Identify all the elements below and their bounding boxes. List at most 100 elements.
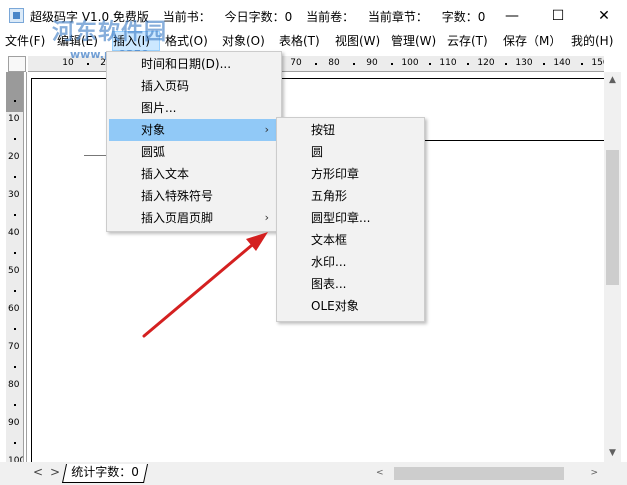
menu-item-label: 插入特殊符号 [141, 189, 214, 203]
ruler-tick [87, 63, 89, 65]
insert-menu: 时间和日期(D)... 插入页码 图片... 对象 › 圆弧 插入文本 插入特殊符… [106, 51, 282, 232]
ruler-tick [14, 442, 16, 444]
submenu-item-label: 图表... [311, 277, 347, 291]
submenu-item-textbox[interactable]: 文本框 [279, 229, 422, 251]
ruler-tick [14, 138, 16, 140]
submenu-item-label: 方形印章 [311, 167, 360, 181]
ruler-label: 90 [366, 58, 378, 68]
ruler-tick [581, 63, 583, 65]
submenu-item-label: 五角形 [311, 189, 348, 203]
menu-item-label: 插入页码 [141, 79, 190, 93]
ruler-label: 40 [8, 228, 20, 238]
ruler-label: 80 [8, 380, 20, 390]
ruler-tick [14, 404, 16, 406]
submenu-item-button[interactable]: 按钮 [279, 119, 422, 141]
submenu-item-label: OLE对象 [311, 299, 359, 313]
ruler-label: 30 [8, 190, 20, 200]
menu-item-label: 对象 [141, 123, 166, 137]
close-button[interactable]: ✕ [581, 0, 627, 31]
menu-item-label: 时间和日期(D)... [141, 57, 232, 71]
menu-item-label: 圆弧 [141, 145, 166, 159]
ruler-tick [315, 63, 317, 65]
horizontal-scrollbar[interactable]: < > [370, 465, 604, 482]
scroll-up-icon[interactable]: ▲ [604, 72, 621, 89]
horizontal-scroll-thumb[interactable] [394, 467, 564, 480]
tab-nav-right-icon[interactable]: > [50, 465, 60, 479]
scroll-down-icon[interactable]: ▼ [604, 445, 621, 462]
stat-tab[interactable]: 统计字数：0 [61, 464, 148, 483]
current-volume: 当前卷： [306, 10, 355, 24]
submenu-item-label: 圆 [311, 145, 324, 159]
submenu-item-pentagon[interactable]: 五角形 [279, 185, 422, 207]
menu-table[interactable]: 表格(T) [279, 31, 333, 51]
ruler-tick [14, 366, 16, 368]
menu-item-page-number[interactable]: 插入页码 [109, 75, 279, 97]
ruler-tick [429, 63, 431, 65]
menu-format[interactable]: 格式(O) [165, 31, 219, 51]
ruler-label: 130 [515, 58, 533, 68]
menu-item-object[interactable]: 对象 › [109, 119, 279, 141]
menu-item-label: 图片... [141, 101, 177, 115]
minimize-button[interactable]: — [489, 0, 535, 31]
vertical-ruler-margin [6, 72, 23, 112]
document-line-short [84, 155, 108, 156]
submenu-item-label: 按钮 [311, 123, 336, 137]
menu-mine[interactable]: 我的(H) [571, 31, 621, 51]
ruler-label: 140 [553, 58, 571, 68]
menu-item-arc[interactable]: 圆弧 [109, 141, 279, 163]
menu-file[interactable]: 文件(F) [5, 31, 52, 51]
menu-manage[interactable]: 管理(W) [391, 31, 445, 51]
submenu-item-square-seal[interactable]: 方形印章 [279, 163, 422, 185]
ruler-label: 20 [8, 152, 20, 162]
current-book: 当前书： [162, 10, 211, 24]
ruler-tick [543, 63, 545, 65]
vertical-ruler: 10 20 30 40 50 60 70 80 90 100 [6, 72, 24, 462]
ruler-tick [391, 63, 393, 65]
scroll-left-icon[interactable]: < [376, 465, 384, 482]
object-submenu: 按钮 圆 方形印章 五角形 圆型印章... 文本框 水印... 图表... OL… [276, 117, 425, 322]
submenu-item-ole-object[interactable]: OLE对象 [279, 295, 422, 317]
menu-view[interactable]: 视图(W) [335, 31, 389, 51]
menu-item-label: 插入文本 [141, 167, 190, 181]
ruler-tick [14, 100, 16, 102]
ruler-label: 60 [8, 304, 20, 314]
current-chapter: 当前章节： [367, 10, 428, 24]
menu-object[interactable]: 对象(O) [222, 31, 276, 51]
submenu-item-round-seal[interactable]: 圆型印章... [279, 207, 422, 229]
ruler-tick [14, 328, 16, 330]
ruler-tick [353, 63, 355, 65]
vertical-scrollbar[interactable]: ▲ ▼ [604, 72, 621, 462]
ruler-tick [505, 63, 507, 65]
submenu-arrow-icon: › [264, 123, 269, 136]
menu-item-special-symbol[interactable]: 插入特殊符号 [109, 185, 279, 207]
submenu-item-label: 圆型印章... [311, 211, 371, 225]
ruler-tick [14, 214, 16, 216]
maximize-button[interactable]: ☐ [535, 0, 581, 31]
ruler-label: 70 [8, 342, 20, 352]
menu-item-datetime[interactable]: 时间和日期(D)... [109, 53, 279, 75]
menu-save[interactable]: 保存（M） [503, 31, 567, 51]
document-line [422, 140, 604, 141]
tab-nav-left-icon[interactable]: < [33, 465, 43, 479]
stat-label: 统计字数：0 [71, 465, 139, 479]
ruler-tick [14, 176, 16, 178]
menu-item-label: 插入页眉页脚 [141, 211, 214, 225]
submenu-item-chart[interactable]: 图表... [279, 273, 422, 295]
ruler-label: 10 [8, 114, 20, 124]
ruler-label: 100 [401, 58, 419, 68]
ruler-tick [467, 63, 469, 65]
ruler-label: 70 [290, 58, 302, 68]
scroll-right-icon[interactable]: > [590, 465, 598, 482]
submenu-item-circle[interactable]: 圆 [279, 141, 422, 163]
ruler-label: 150 [591, 58, 604, 68]
ruler-corner [8, 56, 26, 72]
menu-cloud[interactable]: 云存(T) [447, 31, 501, 51]
ruler-label: 90 [8, 418, 20, 428]
submenu-item-watermark[interactable]: 水印... [279, 251, 422, 273]
menu-item-header-footer[interactable]: 插入页眉页脚 › [109, 207, 279, 229]
menu-item-insert-text[interactable]: 插入文本 [109, 163, 279, 185]
ruler-label: 110 [439, 58, 457, 68]
submenu-item-label: 水印... [311, 255, 347, 269]
vertical-scroll-thumb[interactable] [606, 150, 619, 285]
menu-item-image[interactable]: 图片... [109, 97, 279, 119]
